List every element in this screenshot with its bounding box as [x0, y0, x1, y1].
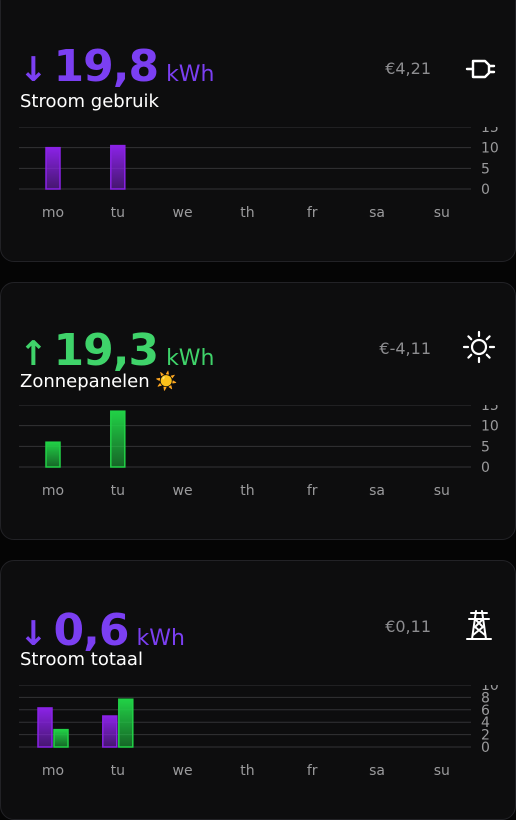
y-tick-label: 15	[481, 127, 499, 136]
x-tick-label: we	[173, 763, 193, 779]
x-tick-label: we	[173, 205, 193, 221]
bar	[45, 441, 61, 468]
x-tick-label: su	[434, 763, 450, 779]
x-tick-label: su	[434, 483, 450, 499]
bar-chart: 1086420mo tu we th fr sa su	[19, 685, 499, 779]
x-tick-label: th	[240, 205, 254, 221]
bar	[102, 715, 118, 748]
total-unit: kWh	[136, 626, 185, 651]
bar-chart: 15 10 5 0 mo tu we th fr sa su	[19, 127, 499, 221]
x-tick-label: mo	[42, 205, 64, 221]
x-tick-label: th	[240, 763, 254, 779]
y-tick-label: 0	[481, 460, 490, 476]
bar	[110, 144, 126, 190]
chart-zonnepanelen: 15 10 5 0 mo tu we th fr sa su	[19, 405, 501, 505]
cost-value: €4,21	[385, 59, 431, 78]
x-tick-label: fr	[307, 205, 318, 221]
bar	[37, 707, 53, 748]
total-value: 0,6	[53, 605, 130, 656]
x-tick-label: sa	[369, 763, 385, 779]
x-tick-label: tu	[111, 763, 125, 779]
y-tick-label: 5	[481, 161, 490, 177]
x-tick-label: tu	[111, 483, 125, 499]
y-tick-label: 15	[481, 405, 499, 414]
bar-chart: 15 10 5 0 mo tu we th fr sa su	[19, 405, 499, 499]
y-tick-label: 10	[481, 419, 499, 435]
bar	[53, 728, 69, 748]
arrow-down-icon: ↓	[19, 614, 48, 654]
usage-summary: ↓ 19,8 kWh	[19, 45, 215, 89]
card-zonnepanelen[interactable]: ↑ 19,3 kWh Zonnepanelen ☀️ €-4,11 15 10 5 0…	[0, 282, 516, 540]
x-tick-label: mo	[42, 483, 64, 499]
total-summary: ↓ 0,6 kWh	[19, 609, 185, 653]
x-tick-label: fr	[307, 483, 318, 499]
solar-value: 19,3	[53, 325, 160, 376]
solar-unit: kWh	[166, 346, 215, 371]
power-pylon-icon	[466, 610, 492, 640]
y-tick-label: 0	[481, 182, 490, 198]
x-tick-label: sa	[369, 483, 385, 499]
x-tick-label: sa	[369, 205, 385, 221]
x-tick-label: we	[173, 483, 193, 499]
x-tick-label: mo	[42, 763, 64, 779]
cost-value: €0,11	[385, 617, 431, 636]
plug-icon	[465, 59, 496, 79]
chart-stroom-totaal: 10 8 6 4 2 0 mo tu we th fr sa su	[19, 685, 501, 785]
cost-value: €-4,11	[379, 339, 431, 358]
bar	[118, 698, 134, 748]
sun-icon	[462, 330, 496, 364]
solar-summary: ↑ 19,3 kWh	[19, 329, 215, 373]
x-tick-label: fr	[307, 763, 318, 779]
x-tick-label: tu	[111, 205, 125, 221]
arrow-up-icon: ↑	[19, 334, 48, 374]
y-tick-label: 5	[481, 439, 490, 455]
bar	[45, 146, 61, 190]
bar	[110, 410, 126, 468]
card-title: Stroom gebruik	[20, 91, 159, 112]
card-title: Stroom totaal	[20, 649, 143, 670]
y-tick-label: 10	[481, 141, 499, 157]
y-tick-label: 0	[481, 740, 490, 756]
card-title: Zonnepanelen ☀️	[20, 371, 178, 392]
card-stroom-totaal[interactable]: ↓ 0,6 kWh Stroom totaal €0,11 10 8 6 4 2 0 mo t…	[0, 560, 516, 820]
usage-value: 19,8	[53, 41, 160, 92]
x-tick-label: su	[434, 205, 450, 221]
chart-stroom-gebruik: 15 10 5 0 mo tu we th fr sa su	[19, 127, 501, 227]
x-tick-label: th	[240, 483, 254, 499]
arrow-down-icon: ↓	[19, 50, 48, 90]
usage-unit: kWh	[166, 62, 215, 87]
card-stroom-gebruik[interactable]: ↓ 19,8 kWh Stroom gebruik €4,21 15 10 5 0 mo…	[0, 0, 516, 262]
